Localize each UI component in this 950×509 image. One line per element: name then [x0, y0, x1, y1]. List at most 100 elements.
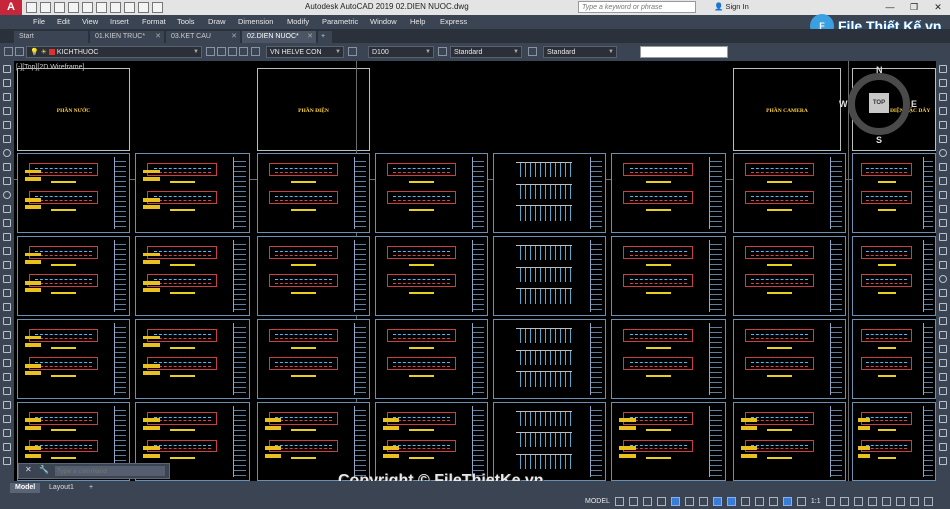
menu-modify[interactable]: Modify: [287, 17, 309, 26]
annotation-visibility-icon[interactable]: [782, 496, 792, 506]
hatch-icon[interactable]: [3, 261, 11, 269]
move-icon[interactable]: [3, 415, 11, 423]
wrench-icon[interactable]: 🔧: [39, 465, 49, 474]
polygon-icon[interactable]: [3, 107, 11, 115]
explode-icon[interactable]: [939, 289, 947, 297]
minimize-button[interactable]: —: [878, 0, 902, 15]
grid-icon[interactable]: [614, 496, 624, 506]
spline-icon[interactable]: [3, 177, 11, 185]
ortho-icon[interactable]: [670, 496, 680, 506]
snap-perpendicular-icon[interactable]: [939, 415, 947, 423]
cloud-save-icon[interactable]: [96, 2, 107, 13]
offset-icon[interactable]: [3, 387, 11, 395]
previous-layer-icon[interactable]: [228, 47, 237, 56]
move-icon[interactable]: [939, 135, 947, 143]
auto-scale-icon[interactable]: [796, 496, 806, 506]
snap-endpoint-icon[interactable]: [939, 303, 947, 311]
tab-model[interactable]: Model: [10, 483, 41, 493]
stretch-icon[interactable]: [939, 177, 947, 185]
workspace-gear-icon[interactable]: [825, 496, 835, 506]
table-icon[interactable]: [3, 303, 11, 311]
search-input[interactable]: Type a keyword or phrase: [578, 1, 696, 13]
erase-icon[interactable]: [3, 345, 11, 353]
text-style-dropdown[interactable]: VN HELVE CON ▼: [266, 46, 344, 58]
customization-menu-icon[interactable]: [923, 496, 933, 506]
gradient-icon[interactable]: [3, 275, 11, 283]
menu-format[interactable]: Format: [142, 17, 166, 26]
annotation-monitor-icon[interactable]: [839, 496, 849, 506]
plot-icon[interactable]: [110, 2, 121, 13]
make-block-icon[interactable]: [3, 233, 11, 241]
polar-tracking-icon[interactable]: [684, 496, 694, 506]
menu-help[interactable]: Help: [410, 17, 425, 26]
tab-kien-truc[interactable]: 01.KIEN TRUC* ✕: [90, 31, 164, 43]
layer-properties-icon[interactable]: [4, 47, 13, 56]
new-tab-button[interactable]: +: [318, 31, 332, 43]
mirror-icon[interactable]: [939, 93, 947, 101]
compass-north[interactable]: N: [876, 65, 883, 75]
open-icon[interactable]: [40, 2, 51, 13]
menu-express[interactable]: Express: [440, 17, 467, 26]
snap-nearest-icon[interactable]: [939, 443, 947, 451]
snap-quadrant-icon[interactable]: [939, 359, 947, 367]
annotation-scale[interactable]: 1:1: [811, 498, 821, 505]
array-icon[interactable]: [939, 121, 947, 129]
view-cube[interactable]: TOP: [848, 73, 910, 135]
command-input[interactable]: [55, 466, 165, 476]
rotate-icon[interactable]: [3, 429, 11, 437]
dim-style-dropdown[interactable]: D100 ▼: [368, 46, 434, 58]
infer-constraints-icon[interactable]: [642, 496, 652, 506]
view-cube-top-face[interactable]: TOP: [869, 93, 889, 113]
close-window-button[interactable]: ✕: [926, 0, 950, 15]
add-selected-icon[interactable]: [3, 331, 11, 339]
line-icon[interactable]: [3, 65, 11, 73]
cloud-open-icon[interactable]: [82, 2, 93, 13]
new-layout-button[interactable]: +: [84, 483, 98, 493]
table-style-icon[interactable]: [438, 47, 447, 56]
menu-edit[interactable]: Edit: [57, 17, 70, 26]
arc-icon[interactable]: [3, 135, 11, 143]
extend-icon[interactable]: [939, 205, 947, 213]
scale-icon[interactable]: [939, 163, 947, 171]
autocad-logo-button[interactable]: A: [0, 0, 22, 15]
point-icon[interactable]: [3, 247, 11, 255]
compass-east[interactable]: E: [911, 99, 917, 109]
ellipse-arc-icon[interactable]: [3, 205, 11, 213]
break-icon[interactable]: [939, 219, 947, 227]
scale-icon[interactable]: [3, 443, 11, 451]
fillet-icon[interactable]: [939, 261, 947, 269]
tab-start[interactable]: Start: [14, 31, 88, 43]
snap-settings-icon[interactable]: [939, 457, 947, 465]
match-layer-icon[interactable]: [217, 47, 226, 56]
save-icon[interactable]: [54, 2, 65, 13]
mirror-icon[interactable]: [3, 373, 11, 381]
clean-screen-icon[interactable]: [909, 496, 919, 506]
layer-dropdown[interactable]: 💡 ☀ KICHTHUOC ▼: [26, 46, 202, 58]
quick-properties-icon[interactable]: [867, 496, 877, 506]
mtext-icon[interactable]: [3, 317, 11, 325]
drawing-canvas[interactable]: [-][Top][2D Wireframe] PHẦN NƯỚC PHẦN ĐI…: [14, 61, 936, 481]
isometric-icon[interactable]: [698, 496, 708, 506]
graphics-performance-icon[interactable]: [895, 496, 905, 506]
menu-tools[interactable]: Tools: [177, 17, 195, 26]
close-icon[interactable]: ✕: [25, 465, 32, 474]
join-icon[interactable]: [939, 233, 947, 241]
polyline-icon[interactable]: [3, 93, 11, 101]
snap-extension-icon[interactable]: [939, 387, 947, 395]
stretch-icon[interactable]: [3, 457, 11, 465]
snap-mode-icon[interactable]: [628, 496, 638, 506]
menu-file[interactable]: File: [33, 17, 45, 26]
copy-icon[interactable]: [3, 359, 11, 367]
snap-intersection-icon[interactable]: [939, 373, 947, 381]
copy-icon[interactable]: [939, 79, 947, 87]
compass-west[interactable]: W: [839, 99, 848, 109]
circle-icon[interactable]: [3, 149, 11, 157]
multileader-style-icon[interactable]: [528, 47, 537, 56]
save-as-icon[interactable]: [68, 2, 79, 13]
object-snap-icon[interactable]: [726, 496, 736, 506]
snap-node-icon[interactable]: [939, 345, 947, 353]
maximize-button[interactable]: ❐: [902, 0, 926, 15]
tab-dien-nuoc[interactable]: 02.DIEN NUOC* ✕: [242, 31, 316, 43]
make-current-icon[interactable]: [206, 47, 215, 56]
close-icon[interactable]: ✕: [231, 31, 237, 43]
